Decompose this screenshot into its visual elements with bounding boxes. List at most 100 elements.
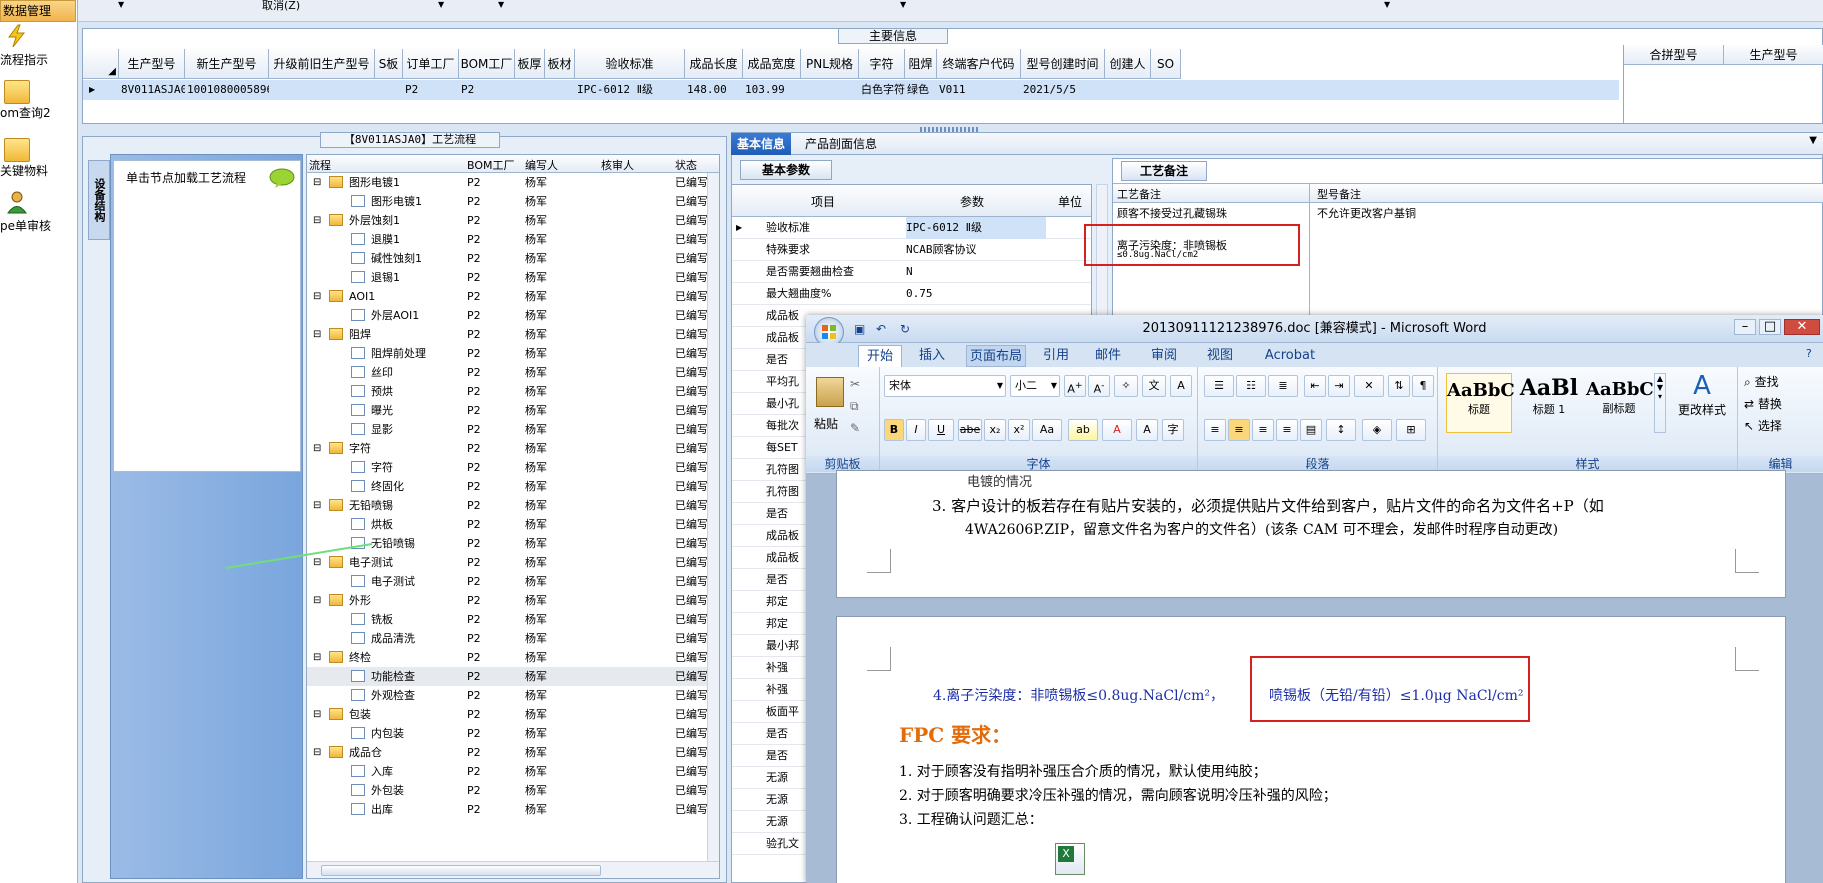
column-header[interactable]: 型号创建时间 <box>1021 49 1105 79</box>
nav-header[interactable]: 数据管理 <box>0 0 76 22</box>
tab-profile[interactable]: 产品剖面信息 <box>799 133 883 155</box>
column-header[interactable]: BOM工厂 <box>467 157 515 173</box>
tab-basic-params[interactable]: 基本参数 <box>740 160 832 180</box>
enclose-char-button[interactable]: 字 <box>1162 419 1184 441</box>
tree-node[interactable]: 丝印 P2 杨军 已编写 <box>307 363 719 382</box>
dropdown-arrow-icon[interactable]: ▼ <box>118 0 124 9</box>
sort-button[interactable]: ⇅ <box>1388 375 1410 397</box>
column-header[interactable]: 状态 <box>675 157 697 173</box>
column-header[interactable]: 核审人 <box>601 157 634 173</box>
tree-node[interactable]: ⊟ 阻焊 P2 杨军 已编写 <box>307 325 719 344</box>
ribbon-tab-insert[interactable]: 插入 <box>910 345 954 367</box>
line-spacing-button[interactable]: ↕ <box>1326 419 1356 441</box>
column-header[interactable]: 订单工厂 <box>403 49 459 79</box>
horizontal-scrollbar[interactable] <box>307 861 719 878</box>
bullets-button[interactable]: ☰ <box>1204 375 1234 397</box>
multilevel-button[interactable]: ≣ <box>1268 375 1298 397</box>
distribute-button[interactable]: ▤ <box>1300 419 1322 441</box>
doc-page-1[interactable]: 电镀的情况 3. 客户设计的板若存在有贴片安装的，必须提供贴片文件给到客户，贴片… <box>836 470 1786 598</box>
tree-node[interactable]: ⊟ 终检 P2 杨军 已编写 <box>307 648 719 667</box>
copy-icon[interactable]: ⧉ <box>850 399 859 414</box>
align-left-button[interactable]: ≡ <box>1204 419 1226 441</box>
tree-node[interactable]: ⊟ 外层蚀刻1 P2 杨军 已编写 <box>307 211 719 230</box>
column-header[interactable]: 生产型号 <box>1724 45 1823 65</box>
char-border-button[interactable]: A <box>1170 375 1192 397</box>
param-row[interactable]: 最大翘曲度% 0.75 <box>732 283 1091 305</box>
close-button[interactable]: ✕ <box>1784 319 1820 335</box>
nav-item-bom[interactable]: om查询2 <box>0 80 76 121</box>
table-cell[interactable]: 8V011ASJA0 <box>119 81 185 99</box>
param-row[interactable]: ▶ 验收标准 IPC-6012 Ⅱ级 <box>732 217 1091 239</box>
table-cell[interactable]: IPC-6012 Ⅱ级 <box>575 81 685 99</box>
font-color-button[interactable]: A <box>1102 419 1132 441</box>
select-button[interactable]: ↖ 选择 <box>1744 417 1782 434</box>
ribbon-tab-home[interactable]: 开始 <box>858 345 902 367</box>
column-header[interactable]: 创建人 <box>1105 49 1151 79</box>
style-subtitle[interactable]: AaBbC 副标题 <box>1586 373 1654 433</box>
highlight-color-button[interactable]: ab <box>1068 419 1098 441</box>
decrease-indent-button[interactable]: ⇤ <box>1304 375 1326 397</box>
superscript-button[interactable]: x² <box>1008 419 1030 441</box>
column-header[interactable]: 项目 <box>768 193 878 210</box>
grow-font-button[interactable]: A+ <box>1064 375 1086 397</box>
table-cell[interactable]: 绿色 <box>905 81 937 99</box>
column-header[interactable]: 生产型号 <box>119 49 185 79</box>
table-cell[interactable]: 2021/5/5 <box>1021 81 1105 99</box>
cut-icon[interactable]: ✂ <box>850 377 860 391</box>
chinese-layout-button[interactable]: ✕ <box>1354 375 1384 397</box>
column-header[interactable]: 终端客户代码 <box>937 49 1021 79</box>
tree-node[interactable]: 烘板 P2 杨军 已编写 <box>307 515 719 534</box>
column-header[interactable]: 参数 <box>904 193 1040 210</box>
tree-node[interactable]: 内包装 P2 杨军 已编写 <box>307 724 719 743</box>
column-header[interactable]: 型号备注 <box>1317 186 1361 202</box>
tree-node[interactable]: 外包装 P2 杨军 已编写 <box>307 781 719 800</box>
tree-node[interactable]: 电子测试 P2 杨军 已编写 <box>307 572 719 591</box>
underline-button[interactable]: U <box>928 419 954 441</box>
clear-format-button[interactable]: ✧ <box>1114 375 1138 397</box>
process-hint-box[interactable]: 单击节点加载工艺流程 <box>113 160 301 472</box>
tree-node[interactable]: 字符 P2 杨军 已编写 <box>307 458 719 477</box>
ribbon-tab-view[interactable]: 视图 <box>1198 345 1242 367</box>
table-cell[interactable]: P2 <box>403 81 459 99</box>
tree-node[interactable]: 曝光 P2 杨军 已编写 <box>307 401 719 420</box>
column-header[interactable]: S板 <box>375 49 403 79</box>
column-header[interactable]: 合拼型号 <box>1624 45 1724 65</box>
table-cell[interactable]: 白色字符 <box>859 81 905 99</box>
tree-node[interactable]: ⊟ 图形电镀1 P2 杨军 已编写 <box>307 173 719 192</box>
tree-node[interactable]: 显影 P2 杨军 已编写 <box>307 420 719 439</box>
column-header[interactable]: 新生产型号 <box>185 49 269 79</box>
change-styles-button[interactable]: A 更改样式 <box>1670 371 1734 418</box>
find-button[interactable]: ⌕ 查找 <box>1744 373 1779 390</box>
column-header[interactable]: 阻焊 <box>905 49 937 79</box>
excel-file-icon[interactable]: X <box>1055 843 1085 875</box>
collapse-icon[interactable]: ⊟ <box>313 591 321 610</box>
tree-node[interactable]: 阻焊前处理 P2 杨军 已编写 <box>307 344 719 363</box>
tree-node[interactable]: ⊟ 字符 P2 杨军 已编写 <box>307 439 719 458</box>
column-header[interactable]: 升级前旧生产型号 <box>269 49 375 79</box>
param-value[interactable]: IPC-6012 Ⅱ级 <box>906 217 1046 239</box>
tree-node[interactable]: 成品清洗 P2 杨军 已编写 <box>307 629 719 648</box>
show-marks-button[interactable]: ¶ <box>1412 375 1434 397</box>
column-header[interactable]: 编写人 <box>525 157 558 173</box>
column-header[interactable]: 成品宽度 <box>743 49 801 79</box>
column-header[interactable]: SO <box>1151 49 1181 79</box>
tree-node[interactable]: 功能检查 P2 杨军 已编写 <box>307 667 719 686</box>
help-icon[interactable]: ? <box>1806 347 1812 360</box>
bold-button[interactable]: B <box>884 419 904 441</box>
tree-node[interactable]: 出库 P2 杨军 已编写 <box>307 800 719 819</box>
collapse-icon[interactable]: ⊟ <box>313 743 321 762</box>
collapse-icon[interactable]: ⊟ <box>313 287 321 306</box>
tree-node[interactable]: ⊟ AOI1 P2 杨军 已编写 <box>307 287 719 306</box>
tree-node[interactable]: 铣板 P2 杨军 已编写 <box>307 610 719 629</box>
column-header[interactable]: 流程 <box>309 157 331 173</box>
column-header[interactable]: 单位 <box>1050 193 1090 210</box>
column-header[interactable]: 验收标准 <box>575 49 685 79</box>
table-cell[interactable]: 10010800058968 <box>185 81 269 99</box>
maximize-button[interactable]: □ <box>1759 319 1781 335</box>
tree-node[interactable]: 终固化 P2 杨军 已编写 <box>307 477 719 496</box>
column-header[interactable]: 工艺备注 <box>1117 186 1161 202</box>
cancel-button[interactable]: 取消(Z) <box>262 0 300 12</box>
param-value[interactable]: NCAB顾客协议 <box>906 239 1046 261</box>
nav-item-material[interactable]: 关键物料 <box>0 138 76 179</box>
font-size-select[interactable]: 小二 ▼ <box>1010 375 1060 397</box>
